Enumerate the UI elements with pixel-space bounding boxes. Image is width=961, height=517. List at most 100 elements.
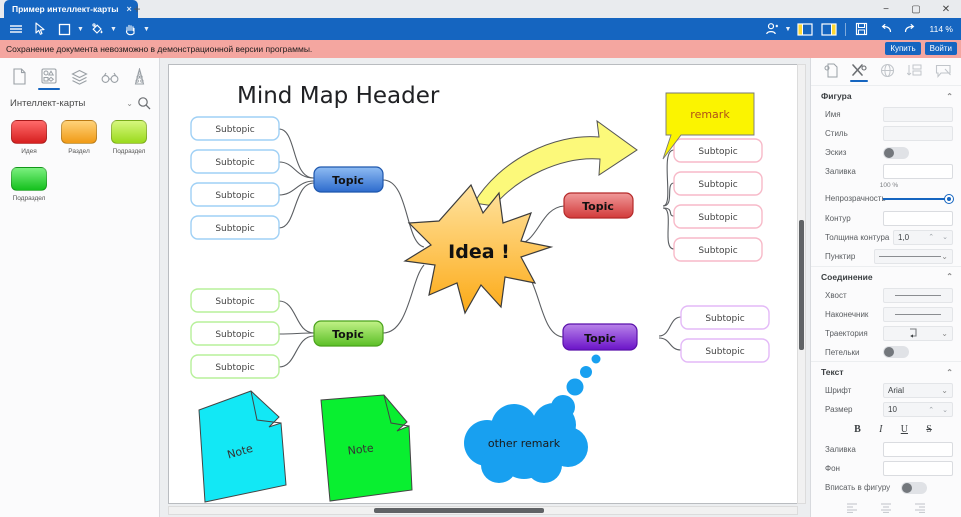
stepper-up-icon[interactable]: ⌃ xyxy=(928,233,934,241)
save-disk-icon[interactable] xyxy=(850,19,874,39)
right-tab-document-properties[interactable] xyxy=(817,63,845,82)
paint-bucket-icon[interactable] xyxy=(85,19,109,39)
row-figure-name: Имя xyxy=(811,105,961,124)
zoom-level-label[interactable]: 114 % xyxy=(922,24,957,34)
stencil-label: Идея xyxy=(21,148,37,155)
right-tab-effects[interactable] xyxy=(873,63,901,82)
stepper-outline-width[interactable]: 1,0 ⌃ ⌄ xyxy=(893,229,953,245)
right-tab-shape-properties[interactable] xyxy=(845,63,873,83)
subtopic-group-red: Subtopic Subtopic Subtopic Subtopic xyxy=(673,138,763,262)
italic-button[interactable]: I xyxy=(879,424,882,435)
canvas-vertical-scrollbar[interactable] xyxy=(797,64,806,504)
input-figure-name[interactable] xyxy=(883,107,953,123)
chart-icon xyxy=(135,68,145,85)
chevron-down-icon[interactable]: ⌄ xyxy=(941,252,948,261)
undo-icon[interactable] xyxy=(874,19,898,39)
stepper-down-icon[interactable]: ⌄ xyxy=(942,406,948,414)
toggle-fit-to-shape[interactable] xyxy=(901,481,927,494)
stepper-down-icon[interactable]: ⌄ xyxy=(942,233,948,241)
shape-library-selector[interactable]: Интеллект-карты ⌄ xyxy=(0,90,159,114)
chevron-up-icon[interactable]: ⌃ xyxy=(946,272,953,281)
rectangle-icon[interactable] xyxy=(52,19,76,39)
text-format-buttons: B I U S xyxy=(811,419,961,440)
canvas-horizontal-scrollbar[interactable] xyxy=(168,506,798,515)
left-panel-toggle-icon[interactable] xyxy=(793,19,817,39)
colorpicker-text-fill[interactable] xyxy=(883,442,953,458)
stencil-item[interactable]: Идея xyxy=(4,120,54,155)
chevron-up-icon[interactable]: ⌃ xyxy=(946,368,953,377)
dropdown-trajectory[interactable]: ⌄ xyxy=(883,325,953,341)
new-tab-button[interactable]: + xyxy=(130,2,144,16)
title-bar: Пример интеллект-карты × + − ▢ ✕ xyxy=(0,0,961,18)
horizontal-scrollbar-thumb[interactable] xyxy=(374,508,544,513)
dropdown-arrowhead-style[interactable] xyxy=(883,306,953,322)
svg-text:Subtopic: Subtopic xyxy=(215,224,254,234)
align-left-button[interactable] xyxy=(846,503,858,513)
input-figure-style[interactable] xyxy=(883,126,953,142)
stepper-up-icon[interactable]: ⌃ xyxy=(928,406,934,414)
document-tab[interactable]: Пример интеллект-карты × xyxy=(4,0,138,18)
left-tab-documents[interactable] xyxy=(6,62,32,90)
stencil-item[interactable]: Подраздел xyxy=(4,167,54,202)
bold-button[interactable]: B xyxy=(854,424,861,435)
svg-text:Subtopic: Subtopic xyxy=(705,314,744,324)
stencil-label: Раздел xyxy=(68,148,90,155)
hamburger-icon[interactable] xyxy=(4,19,28,39)
chevron-up-icon[interactable]: ⌃ xyxy=(946,92,953,101)
align-center-button[interactable] xyxy=(880,503,892,513)
search-icon[interactable] xyxy=(137,96,151,110)
stencil-item[interactable]: Подраздел xyxy=(104,120,154,155)
section-header-connection[interactable]: Соединение ⌃ xyxy=(811,265,961,286)
colorpicker-text-background[interactable] xyxy=(883,461,953,477)
row-text-fill: Заливка xyxy=(811,440,961,459)
underline-button[interactable]: U xyxy=(901,424,908,435)
vertical-scrollbar-thumb[interactable] xyxy=(799,220,804,350)
row-text-background: Фон xyxy=(811,459,961,478)
colorpicker-fill[interactable] xyxy=(883,163,953,179)
chevron-down-icon[interactable]: ⌄ xyxy=(941,386,948,395)
left-tab-search-shapes[interactable] xyxy=(97,62,123,90)
redo-icon[interactable] xyxy=(898,19,922,39)
dropdown-font-family[interactable]: Arial ⌄ xyxy=(883,383,953,399)
dropdown-dash-style[interactable]: ⌄ xyxy=(874,248,953,264)
chevron-down-icon[interactable]: ⌄ xyxy=(941,329,948,338)
colorpicker-outline[interactable] xyxy=(883,210,953,226)
slider-opacity[interactable] xyxy=(883,193,953,205)
toggle-sketch[interactable] xyxy=(883,146,909,159)
user-icon[interactable] xyxy=(760,19,784,39)
hand-dropdown-icon[interactable]: ▼ xyxy=(142,26,151,33)
label-connection-arrowhead: Наконечник xyxy=(825,309,869,319)
hand-icon[interactable] xyxy=(118,19,142,39)
cursor-arrow-icon[interactable] xyxy=(28,19,52,39)
maximize-button[interactable]: ▢ xyxy=(901,0,931,18)
chevron-down-icon[interactable]: ⌄ xyxy=(126,99,133,108)
toggle-loops[interactable] xyxy=(883,346,909,359)
section-header-text[interactable]: Текст ⌃ xyxy=(811,361,961,381)
right-panel-toggle-icon[interactable] xyxy=(817,19,841,39)
right-tab-arrange[interactable] xyxy=(901,63,929,82)
fill-dropdown-icon[interactable]: ▼ xyxy=(109,26,118,33)
canvas-area[interactable]: Mind Map Header Idea ! Subtopic Subtopic… xyxy=(160,58,810,517)
document-page[interactable]: Mind Map Header Idea ! Subtopic Subtopic… xyxy=(168,64,798,504)
minimize-button[interactable]: − xyxy=(871,0,901,18)
stepper-font-size[interactable]: 10 ⌃ ⌄ xyxy=(883,402,953,418)
login-button[interactable]: Войти xyxy=(924,42,957,55)
dropdown-tail-style[interactable] xyxy=(883,287,953,303)
left-tab-layers[interactable] xyxy=(66,62,92,90)
stencil-item[interactable]: Раздел xyxy=(54,120,104,155)
left-tab-charts[interactable] xyxy=(127,62,153,90)
close-window-button[interactable]: ✕ xyxy=(931,0,961,18)
align-right-button[interactable] xyxy=(914,503,926,513)
row-text-font: Шрифт Arial ⌄ xyxy=(811,381,961,400)
rectangle-dropdown-icon[interactable]: ▼ xyxy=(76,26,85,33)
buy-button[interactable]: Купить xyxy=(885,42,921,55)
label-connection-tail: Хвост xyxy=(825,290,847,300)
user-dropdown-icon[interactable]: ▼ xyxy=(784,26,793,33)
right-panel: Фигура ⌃ Имя Стиль Эскиз Заливка 100 % Н… xyxy=(810,58,961,517)
right-tab-comments[interactable] xyxy=(929,64,957,82)
label-connection-loops: Петельки xyxy=(825,347,860,357)
left-tab-shapes[interactable] xyxy=(36,62,62,90)
strikethrough-button[interactable]: S xyxy=(926,424,932,435)
section-header-figure[interactable]: Фигура ⌃ xyxy=(811,85,961,105)
idea-label: Idea ! xyxy=(448,241,510,263)
